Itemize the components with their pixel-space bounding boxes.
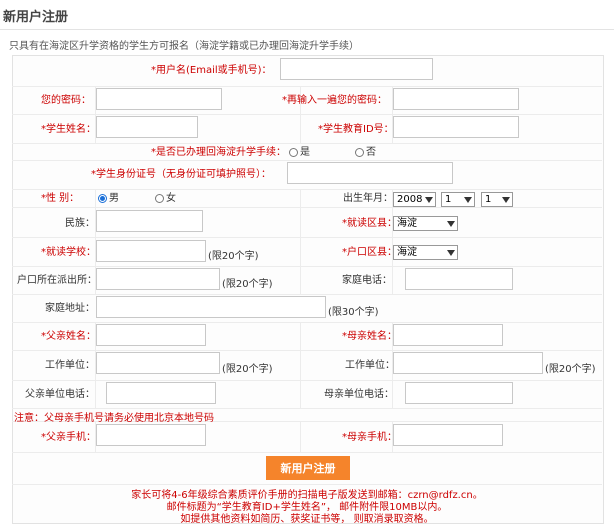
password-input[interactable] <box>96 88 222 110</box>
column-divider <box>300 322 301 408</box>
chevron-down-icon <box>502 197 510 203</box>
row-divider <box>12 322 602 323</box>
father-mobile-label: *父亲手机： <box>41 432 96 443</box>
police-station-input[interactable] <box>96 268 220 290</box>
police-station-hint: (限20个字) <box>222 279 273 290</box>
father-work-phone-label: 父亲单位电话： <box>25 389 95 400</box>
school-input[interactable] <box>96 240 206 262</box>
chevron-down-icon <box>425 197 433 203</box>
police-station-label: 户口所在派出所： <box>17 275 97 286</box>
gender-female-label: 女 <box>166 193 176 204</box>
father-name-input[interactable] <box>96 324 206 346</box>
row-divider <box>12 350 602 351</box>
title-divider <box>0 29 614 30</box>
row-divider <box>12 189 602 190</box>
column-divider <box>300 421 301 452</box>
username-input[interactable] <box>280 58 433 80</box>
chevron-down-icon <box>447 250 455 256</box>
student-edu-id-input[interactable] <box>393 116 519 138</box>
page-title: 新用户注册 <box>3 10 69 25</box>
father-work-input[interactable] <box>96 352 220 374</box>
transfer-label: *是否已办理回海淀升学手续： <box>151 147 286 158</box>
transfer-yes-radio[interactable] <box>289 148 298 157</box>
id-number-label: *学生身份证号（无身份证可填护照号）： <box>91 169 271 180</box>
school-district-label: *就读区县： <box>342 218 397 229</box>
id-number-input[interactable] <box>287 162 453 184</box>
row-divider <box>12 207 602 208</box>
father-mobile-input[interactable] <box>96 424 206 446</box>
row-divider <box>12 143 602 144</box>
student-name-input[interactable] <box>96 116 198 138</box>
row-divider <box>12 266 602 267</box>
mother-work-input[interactable] <box>393 352 543 374</box>
father-name-label: *父亲姓名： <box>41 331 96 342</box>
ethnicity-label: 民族： <box>65 218 95 229</box>
birth-month-value: 1 <box>445 194 452 205</box>
register-button[interactable]: 新用户注册 <box>266 456 350 480</box>
row-divider <box>12 114 602 115</box>
mother-name-label: *母亲姓名： <box>342 331 397 342</box>
footer-line: 如提供其他资料如简历、获奖证书等， 则取消录取资格。 <box>180 514 434 525</box>
birth-label: 出生年月： <box>343 193 393 204</box>
mother-work-label: 工作单位： <box>345 360 395 371</box>
home-phone-input[interactable] <box>405 268 513 290</box>
row-divider <box>12 294 602 295</box>
gender-female-radio[interactable] <box>155 194 164 203</box>
mother-work-phone-label: 母亲单位电话： <box>324 389 394 400</box>
row-divider <box>12 452 602 453</box>
birth-month-select[interactable]: 1 <box>441 192 475 207</box>
birth-year-select[interactable]: 2008 <box>393 192 436 207</box>
ethnicity-input[interactable] <box>96 210 203 232</box>
transfer-yes-label: 是 <box>300 147 310 158</box>
student-edu-id-label: *学生教育ID号： <box>318 124 394 135</box>
gender-label: *性 别： <box>41 193 80 204</box>
home-phone-label: 家庭电话： <box>342 275 392 286</box>
hukou-district-select[interactable]: 海淀 <box>393 245 458 260</box>
mother-work-phone-input[interactable] <box>405 382 513 404</box>
school-hint: (限20个字) <box>208 251 259 262</box>
birth-day-value: 1 <box>485 194 492 205</box>
column-divider <box>300 189 301 294</box>
mother-mobile-label: *母亲手机： <box>342 432 397 443</box>
username-label: *用户名(Email或手机号)： <box>151 65 272 76</box>
row-divider <box>12 237 602 238</box>
transfer-no-radio[interactable] <box>355 148 364 157</box>
father-work-phone-input[interactable] <box>106 382 216 404</box>
home-address-hint: (限30个字) <box>328 307 379 318</box>
home-address-input[interactable] <box>96 296 326 318</box>
row-divider <box>12 160 602 161</box>
transfer-no-label: 否 <box>366 147 376 158</box>
father-work-hint: (限20个字) <box>222 364 273 375</box>
password-confirm-input[interactable] <box>393 88 519 110</box>
gender-male-label: 男 <box>109 193 119 204</box>
student-name-label: *学生姓名： <box>41 124 96 135</box>
mother-name-input[interactable] <box>393 324 503 346</box>
school-district-value: 海淀 <box>397 218 417 229</box>
mother-mobile-input[interactable] <box>393 424 503 446</box>
password-label: 您的密码： <box>41 95 91 106</box>
row-divider <box>12 86 602 87</box>
password-confirm-label: *再输入一遍您的密码： <box>282 95 387 106</box>
gender-male-radio[interactable] <box>98 194 107 203</box>
mobile-warning: 注意：父母亲手机号请务必使用北京本地号码 <box>14 413 214 424</box>
hukou-district-label: *户口区县： <box>342 247 397 258</box>
birth-day-select[interactable]: 1 <box>481 192 513 207</box>
school-label: *就读学校： <box>41 247 96 258</box>
chevron-down-icon <box>447 221 455 227</box>
row-divider <box>12 484 602 485</box>
eligibility-notice: 只具有在海淀区升学资格的学生方可报名（海淀学籍或已办理回海淀升学手续） <box>9 41 359 52</box>
home-address-label: 家庭地址： <box>45 303 95 314</box>
school-district-select[interactable]: 海淀 <box>393 216 458 231</box>
father-work-label: 工作单位： <box>45 360 95 371</box>
mother-work-hint: (限20个字) <box>545 364 596 375</box>
birth-year-value: 2008 <box>397 194 423 205</box>
hukou-district-value: 海淀 <box>397 247 417 258</box>
chevron-down-icon <box>464 197 472 203</box>
row-divider <box>12 380 602 381</box>
